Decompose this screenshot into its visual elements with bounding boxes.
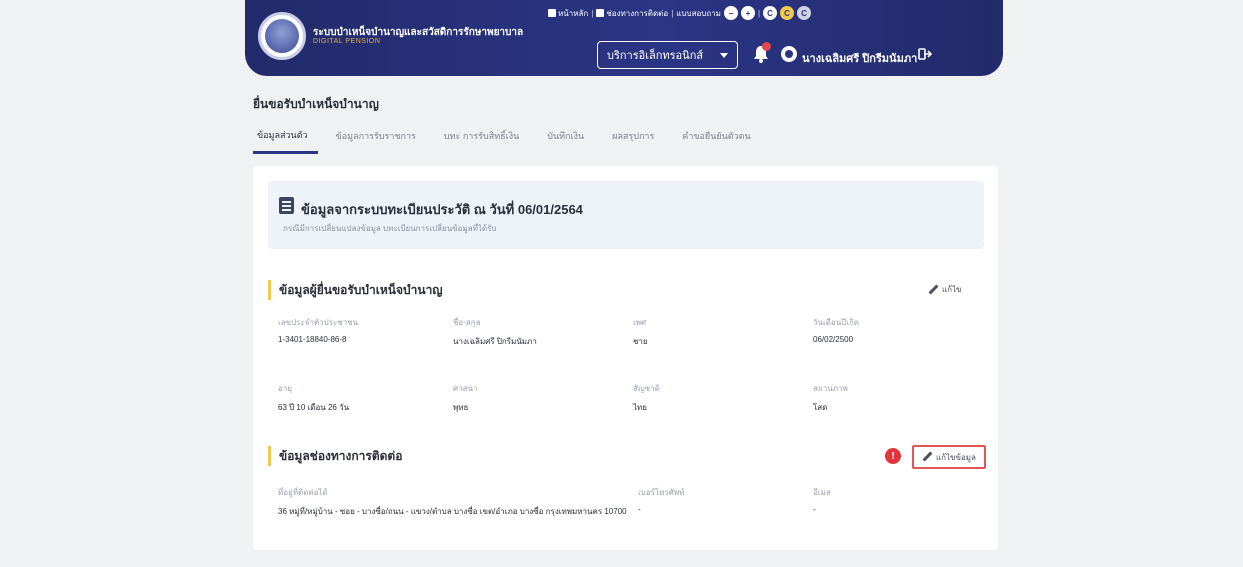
applicant-section-heading: ข้อมูลผู้ยื่นขอรับบำเหน็จบำนาญ: [268, 280, 443, 300]
contrast-gray-button[interactable]: C: [797, 6, 812, 20]
notification-badge: [762, 42, 771, 51]
header: ระบบบำเหน็จบำนาญและสวัสดิการรักษาพยาบาล …: [0, 0, 1243, 84]
contrast-normal-button[interactable]: C: [763, 6, 778, 20]
contact-section-heading: ข้อมูลช่องทางการติดต่อ: [268, 446, 402, 466]
logout-icon[interactable]: [918, 47, 932, 61]
field-religion: ศาสนา พุทธ: [453, 384, 478, 412]
field-citizen-id: เลขประจำตัวประชาชน 1-3401-18840-86-8: [278, 318, 359, 344]
tab-entitlement[interactable]: บทะ การรับสิทธิ์เงิน: [434, 118, 529, 154]
font-increase-button[interactable]: +: [740, 6, 755, 20]
registry-subtitle: กรณีมีการเปลี่ยนแปลงข้อมูล บทะเบียนการเป…: [283, 224, 497, 233]
content-card: ข้อมูลจากระบบทะเบียนประวัติ ณ วันที่ 06/…: [253, 166, 998, 550]
home-link[interactable]: หน้าหลัก: [548, 7, 588, 20]
user-name[interactable]: นางเฉลิมศรี ปิกรีมนัมภา: [802, 49, 917, 67]
field-full-name: ชื่อ-สกุล นางเฉลิมศรี ปิกรีมนัมภา: [453, 318, 537, 346]
field-phone: เบอร์โทรศัพท์ -: [638, 488, 685, 514]
tab-bar: ข้อมูลส่วนตัว ข้อมูลการรับราชการ บทะ การ…: [253, 118, 769, 154]
tab-identity-verification[interactable]: คำขอยืนยันตัวตน: [672, 118, 760, 154]
tab-service-info[interactable]: ข้อมูลการรับราชการ: [326, 118, 426, 154]
chevron-down-icon: [720, 52, 728, 58]
field-age: อายุ 63 ปี 10 เดือน 26 วัน: [278, 384, 350, 412]
alert-icon: !: [885, 448, 901, 464]
field-birth-date: วันเดือนปีเกิด 06/02/2500: [813, 318, 860, 344]
service-select[interactable]: บริการอิเล็กทรอนิกส์: [597, 41, 738, 69]
tab-personal-info[interactable]: ข้อมูลส่วนตัว: [253, 118, 318, 154]
pencil-icon: [922, 452, 932, 462]
page-title: ยื่นขอรับบำเหน็จบำนาญ: [253, 97, 379, 111]
field-address: ที่อยู่ที่ติดต่อได้ 36 หมู่ที่/หมู่บ้าน …: [278, 488, 627, 516]
registry-title: ข้อมูลจากระบบทะเบียนประวัติ ณ วันที่ 06/…: [301, 202, 583, 217]
top-links: หน้าหลัก | ช่องทางการติดต่อ | แบบสอบถาม …: [548, 4, 812, 22]
home-icon: [548, 9, 556, 17]
font-decrease-button[interactable]: −: [723, 6, 738, 20]
phone-icon: [596, 9, 605, 17]
contact-edit-button[interactable]: แก้ไขข้อมูล: [912, 445, 986, 469]
emblem-icon: [265, 19, 299, 53]
field-email: อีเมล -: [813, 488, 831, 514]
tab-money-record[interactable]: บันทึกเงิน: [537, 118, 594, 154]
survey-link[interactable]: แบบสอบถาม: [676, 7, 721, 20]
field-marital-status: สถานภาพ โสด: [813, 384, 848, 412]
applicant-edit-button[interactable]: แก้ไข: [928, 283, 962, 296]
document-icon: [279, 197, 294, 214]
pencil-icon: [928, 285, 938, 295]
field-gender: เพศ ชาย: [633, 318, 648, 346]
tab-summary[interactable]: ผลสรุปการ: [602, 118, 664, 154]
field-nationality: สัญชาติ ไทย: [633, 384, 660, 412]
contact-link[interactable]: ช่องทางการติดต่อ: [596, 7, 668, 20]
logo[interactable]: [258, 12, 306, 60]
brand-subtitle: DIGITAL PENSION: [313, 38, 381, 45]
user-avatar-icon[interactable]: [781, 46, 797, 62]
contrast-yellow-button[interactable]: C: [780, 6, 795, 20]
registry-info-box: ข้อมูลจากระบบทะเบียนประวัติ ณ วันที่ 06/…: [268, 181, 984, 249]
